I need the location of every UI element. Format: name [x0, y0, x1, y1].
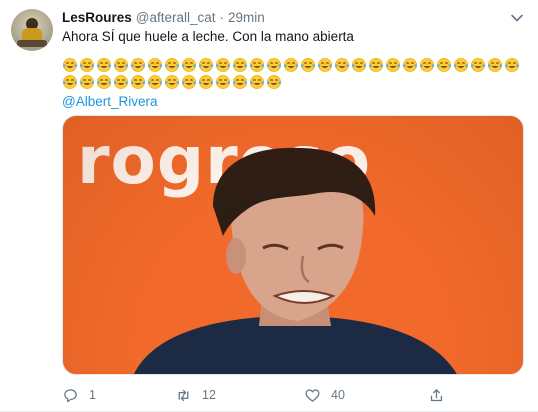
retweet-icon: [178, 389, 189, 401]
face-with-tears-of-joy-icon: [164, 57, 180, 73]
face-with-tears-of-joy-icon: [436, 57, 452, 73]
share-button[interactable]: [428, 385, 445, 405]
face-with-tears-of-joy-icon: [266, 74, 282, 90]
tweet-text: Ahora SÍ que huele a leche. Con la mano …: [62, 29, 354, 44]
face-with-tears-of-joy-icon: [181, 57, 197, 73]
reply-icon: [64, 388, 77, 402]
face-with-tears-of-joy-icon: [334, 57, 350, 73]
face-with-tears-of-joy-icon: [147, 57, 163, 73]
media-image[interactable]: rogreso: [62, 115, 524, 375]
chevron-down-icon[interactable]: [509, 10, 525, 26]
face-with-tears-of-joy-icon: [181, 74, 197, 90]
face-with-tears-of-joy-icon: [198, 74, 214, 90]
face-with-tears-of-joy-icon: [283, 57, 299, 73]
face-with-tears-of-joy-icon: [130, 57, 146, 73]
face-with-tears-of-joy-icon: [79, 74, 95, 90]
display-name[interactable]: LesRoures: [62, 10, 132, 25]
face-with-tears-of-joy-icon: [368, 57, 384, 73]
face-with-tears-of-joy-icon: [62, 74, 78, 90]
face-with-tears-of-joy-icon: [79, 57, 95, 73]
tweet[interactable]: LesRoures @afterall_cat · 29min Ahora SÍ…: [0, 0, 538, 412]
tweet-header: LesRoures @afterall_cat · 29min: [62, 10, 265, 28]
face-with-tears-of-joy-icon: [487, 57, 503, 73]
tweet-timestamp[interactable]: 29min: [228, 10, 265, 25]
face-with-tears-of-joy-icon: [453, 57, 469, 73]
face-with-tears-of-joy-icon: [130, 74, 146, 90]
face-with-tears-of-joy-icon: [232, 57, 248, 73]
reply-count: 1: [89, 388, 96, 402]
emoji-row: [62, 74, 282, 91]
face-with-tears-of-joy-icon: [300, 57, 316, 73]
face-with-tears-of-joy-icon: [215, 74, 231, 90]
face-with-tears-of-joy-icon: [96, 57, 112, 73]
mention-link[interactable]: @Albert_Rivera: [62, 94, 158, 109]
face-with-tears-of-joy-icon: [215, 57, 231, 73]
face-with-tears-of-joy-icon: [62, 57, 78, 73]
share-icon: [430, 388, 443, 401]
reply-button[interactable]: 1: [62, 385, 96, 405]
separator-dot: ·: [219, 10, 225, 25]
face-with-tears-of-joy-icon: [470, 57, 486, 73]
face-with-tears-of-joy-icon: [351, 57, 367, 73]
retweet-count: 12: [202, 388, 216, 402]
tweet-actions: 1 12 40: [62, 385, 482, 405]
face-with-tears-of-joy-icon: [147, 74, 163, 90]
like-count: 40: [331, 388, 345, 402]
face-with-tears-of-joy-icon: [232, 74, 248, 90]
face-with-tears-of-joy-icon: [402, 57, 418, 73]
face-with-tears-of-joy-icon: [385, 57, 401, 73]
retweet-button[interactable]: 12: [175, 385, 216, 405]
emoji-row: [62, 57, 520, 74]
face-with-tears-of-joy-icon: [113, 74, 129, 90]
heart-icon: [305, 388, 320, 402]
face-with-tears-of-joy-icon: [198, 57, 214, 73]
face-with-tears-of-joy-icon: [266, 57, 282, 73]
user-handle[interactable]: @afterall_cat: [136, 10, 216, 25]
face-with-tears-of-joy-icon: [113, 57, 129, 73]
face-with-tears-of-joy-icon: [419, 57, 435, 73]
avatar[interactable]: [11, 9, 53, 51]
face-with-tears-of-joy-icon: [164, 74, 180, 90]
face-with-tears-of-joy-icon: [249, 74, 265, 90]
face-with-tears-of-joy-icon: [504, 57, 520, 73]
face-with-tears-of-joy-icon: [96, 74, 112, 90]
like-button[interactable]: 40: [304, 385, 345, 405]
face-with-tears-of-joy-icon: [317, 57, 333, 73]
face-with-tears-of-joy-icon: [249, 57, 265, 73]
